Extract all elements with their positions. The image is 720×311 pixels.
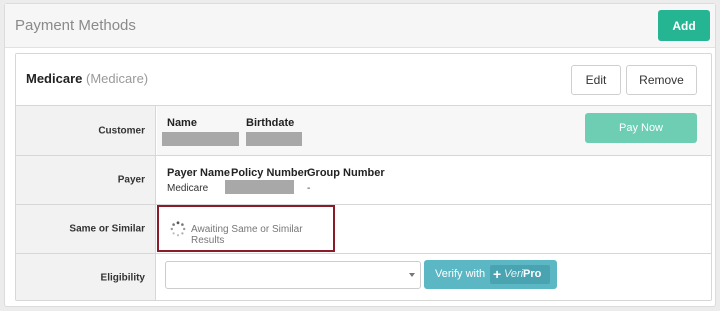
plus-icon: + bbox=[493, 266, 502, 282]
awaiting-results-box: Awaiting Same or Similar Results bbox=[157, 205, 335, 252]
customer-value-cell: Name Birthdate Pay Now bbox=[157, 106, 711, 155]
pay-now-button[interactable]: Pay Now bbox=[585, 113, 697, 143]
same-or-similar-value-cell: Awaiting Same or Similar Results bbox=[157, 205, 711, 253]
awaiting-results-text: Awaiting Same or Similar Results bbox=[191, 224, 303, 246]
payer-label-cell: Payer bbox=[16, 156, 156, 204]
payer-name-header: Payer Name bbox=[167, 167, 230, 179]
customer-label: Customer bbox=[98, 125, 145, 136]
birthdate-redacted bbox=[246, 132, 302, 146]
payer-value-cell: Payer Name Medicare Policy Number Group … bbox=[157, 156, 711, 204]
customer-label-cell: Customer bbox=[16, 106, 156, 155]
eligibility-label: Eligibility bbox=[100, 272, 145, 284]
eligibility-label-cell: Eligibility bbox=[16, 254, 156, 300]
spinner-icon bbox=[170, 221, 186, 237]
group-number-value: - bbox=[307, 183, 311, 194]
same-or-similar-label-cell: Same or Similar bbox=[16, 205, 156, 253]
same-or-similar-row: Same or Similar Awaiting Same or Similar… bbox=[16, 205, 711, 254]
verpro-logo: + Veri Pro bbox=[490, 265, 550, 284]
verify-label: Verify with bbox=[435, 268, 486, 280]
payer-row: Payer Payer Name Medicare Policy Number … bbox=[16, 156, 711, 205]
same-or-similar-label: Same or Similar bbox=[69, 223, 145, 235]
customer-name-redacted bbox=[162, 132, 239, 146]
eligibility-value-cell: Verify with + Veri Pro bbox=[157, 254, 711, 300]
policy-number-redacted bbox=[225, 180, 294, 194]
eligibility-select[interactable] bbox=[165, 261, 421, 289]
add-button[interactable]: Add bbox=[658, 10, 710, 41]
policy-number-header: Policy Number bbox=[231, 167, 309, 179]
chevron-down-icon bbox=[409, 273, 415, 277]
card-header: Medicare (Medicare) Edit Remove bbox=[16, 54, 711, 106]
customer-row: Customer Name Birthdate Pay Now bbox=[16, 106, 711, 156]
name-header: Name bbox=[167, 117, 197, 129]
card-title: Medicare (Medicare) bbox=[26, 71, 148, 86]
group-number-header: Group Number bbox=[307, 167, 385, 179]
payer-name-value: Medicare bbox=[167, 183, 209, 194]
payment-method-type: (Medicare) bbox=[86, 71, 149, 86]
verpro-logo-pro: Pro bbox=[523, 268, 542, 280]
remove-button[interactable]: Remove bbox=[626, 65, 697, 95]
verify-with-verpro-button[interactable]: Verify with + Veri Pro bbox=[424, 260, 557, 289]
payment-method-name: Medicare bbox=[26, 71, 83, 86]
page-title: Payment Methods bbox=[15, 17, 136, 34]
payer-label: Payer bbox=[117, 174, 145, 186]
panel-header: Payment Methods Add bbox=[5, 4, 715, 48]
verpro-logo-ver: Veri bbox=[504, 268, 524, 280]
payment-methods-panel: Payment Methods Add Medicare (Medicare) … bbox=[4, 3, 716, 307]
payment-method-card: Medicare (Medicare) Edit Remove Customer… bbox=[15, 53, 712, 301]
birthdate-header: Birthdate bbox=[246, 117, 295, 129]
edit-button[interactable]: Edit bbox=[571, 65, 621, 95]
eligibility-row: Eligibility Verify with + Veri Pro bbox=[16, 254, 711, 300]
